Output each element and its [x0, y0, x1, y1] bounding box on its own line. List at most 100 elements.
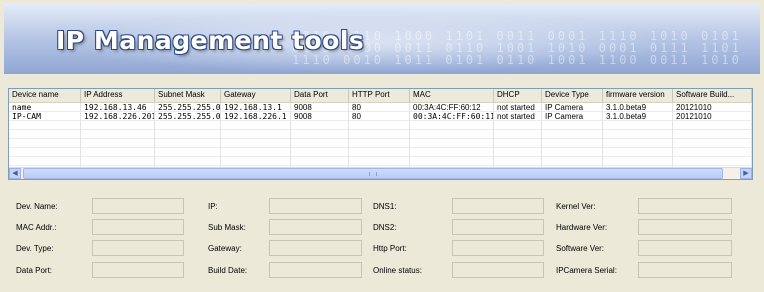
cell-http-port: 80 — [349, 112, 410, 121]
empty-cell — [9, 139, 81, 148]
empty-cell — [494, 139, 542, 148]
empty-cell — [155, 139, 221, 148]
cell-firmware-version: 3.1.0.beta9 — [603, 112, 673, 121]
mac-addr-field — [92, 219, 184, 235]
empty-cell — [349, 121, 410, 130]
device-details-panel: Dev. Name: MAC Addr.: Dev. Type: Data Po… — [0, 192, 764, 292]
empty-cell — [673, 148, 752, 157]
cell-dhcp: not started — [494, 103, 542, 112]
empty-cell — [349, 139, 410, 148]
column-header-device-name[interactable]: Device name — [9, 89, 81, 102]
dev-type-field — [92, 240, 184, 256]
empty-cell — [673, 139, 752, 148]
cell-dhcp: not started — [494, 112, 542, 121]
horizontal-scrollbar[interactable]: ◀ ▶ — [9, 167, 752, 179]
scroll-left-button[interactable]: ◀ — [9, 168, 21, 179]
dns1-field — [452, 198, 544, 214]
empty-cell — [673, 130, 752, 139]
table-row[interactable]: IP-CAM 192.168.226.201 255.255.255.0 192… — [9, 112, 752, 121]
column-header-ip-address[interactable]: IP Address — [81, 89, 155, 102]
ipcamera-serial-field — [638, 262, 732, 278]
empty-cell — [221, 139, 291, 148]
label-kernel-ver: Kernel Ver: — [556, 202, 596, 211]
empty-cell — [494, 121, 542, 130]
label-online-status: Online status: — [373, 266, 422, 275]
empty-cell — [81, 157, 155, 166]
column-header-subnet-mask[interactable]: Subnet Mask — [155, 89, 221, 102]
empty-cell — [603, 148, 673, 157]
http-port-field — [452, 240, 544, 256]
cell-gateway: 192.168.226.1 — [221, 112, 291, 121]
empty-cell — [221, 157, 291, 166]
label-dns2: DNS2: — [373, 223, 397, 232]
column-header-data-port[interactable]: Data Port — [291, 89, 349, 102]
label-dev-type: Dev. Type: — [16, 244, 54, 253]
cell-gateway: 192.168.13.1 — [221, 103, 291, 112]
empty-cell — [155, 130, 221, 139]
cell-ip-address: 192.168.226.201 — [81, 112, 155, 121]
column-header-dhcp[interactable]: DHCP — [494, 89, 542, 102]
device-list-header: Device name IP Address Subnet Mask Gatew… — [9, 89, 752, 103]
empty-cell — [542, 148, 603, 157]
device-list[interactable]: Device name IP Address Subnet Mask Gatew… — [8, 88, 753, 180]
dev-name-field — [92, 198, 184, 214]
column-header-software-build[interactable]: Software Build... — [673, 89, 752, 102]
empty-cell — [9, 121, 81, 130]
hardware-ver-field — [638, 219, 732, 235]
column-header-device-type[interactable]: Device Type — [542, 89, 603, 102]
column-header-mac[interactable]: MAC — [410, 89, 494, 102]
empty-cell — [221, 148, 291, 157]
cell-ip-address: 192.168.13.46 — [81, 103, 155, 112]
empty-cell — [603, 157, 673, 166]
cell-mac: 00:3A:4C:FF:60:12 — [410, 103, 494, 112]
column-header-gateway[interactable]: Gateway — [221, 89, 291, 102]
empty-table-row — [9, 157, 752, 166]
software-ver-field — [638, 240, 732, 256]
label-dns1: DNS1: — [373, 202, 397, 211]
label-hardware-ver: Hardware Ver: — [556, 223, 608, 232]
empty-cell — [410, 121, 494, 130]
label-mac-addr: MAC Addr.: — [16, 223, 57, 232]
label-ip: IP: — [208, 202, 218, 211]
ip-field — [269, 198, 362, 214]
empty-cell — [542, 130, 603, 139]
binary-digits-line: 1110 0010 1011 0101 0110 1001 1100 0011 … — [292, 53, 752, 67]
label-http-port: Http Port: — [373, 244, 407, 253]
empty-cell — [81, 121, 155, 130]
empty-cell — [673, 157, 752, 166]
chevron-right-icon: ▶ — [743, 170, 749, 177]
label-ipcamera-serial: IPCamera Serial: — [556, 266, 617, 275]
scrollbar-thumb[interactable] — [23, 168, 723, 179]
build-date-field — [269, 262, 362, 278]
kernel-ver-field — [638, 198, 732, 214]
label-gateway: Gateway: — [208, 244, 242, 253]
empty-cell — [81, 130, 155, 139]
scroll-right-button[interactable]: ▶ — [740, 168, 752, 179]
gateway-field — [269, 240, 362, 256]
empty-cell — [155, 157, 221, 166]
column-header-firmware-version[interactable]: firmware version — [603, 89, 673, 102]
empty-cell — [9, 130, 81, 139]
empty-table-row — [9, 130, 752, 139]
cell-subnet-mask: 255.255.255.0 — [155, 103, 221, 112]
empty-cell — [291, 157, 349, 166]
cell-firmware-version: 3.1.0.beta9 — [603, 103, 673, 112]
cell-data-port: 9008 — [291, 103, 349, 112]
table-row[interactable]: name 192.168.13.46 255.255.255.0 192.168… — [9, 103, 752, 112]
empty-cell — [291, 148, 349, 157]
empty-cell — [603, 130, 673, 139]
label-data-port: Data Port: — [16, 266, 53, 275]
empty-table-row — [9, 139, 752, 148]
cell-device-name: IP-CAM — [9, 112, 81, 121]
cell-device-name: name — [9, 103, 81, 112]
cell-software-build: 20121010 — [673, 112, 752, 121]
cell-device-type: IP Camera — [542, 103, 603, 112]
cell-subnet-mask: 255.255.255.0 — [155, 112, 221, 121]
dns2-field — [452, 219, 544, 235]
column-header-http-port[interactable]: HTTP Port — [349, 89, 410, 102]
empty-cell — [494, 157, 542, 166]
label-sub-mask: Sub Mask: — [208, 223, 246, 232]
label-build-date: Build Date: — [208, 266, 248, 275]
empty-cell — [9, 157, 81, 166]
empty-cell — [603, 121, 673, 130]
